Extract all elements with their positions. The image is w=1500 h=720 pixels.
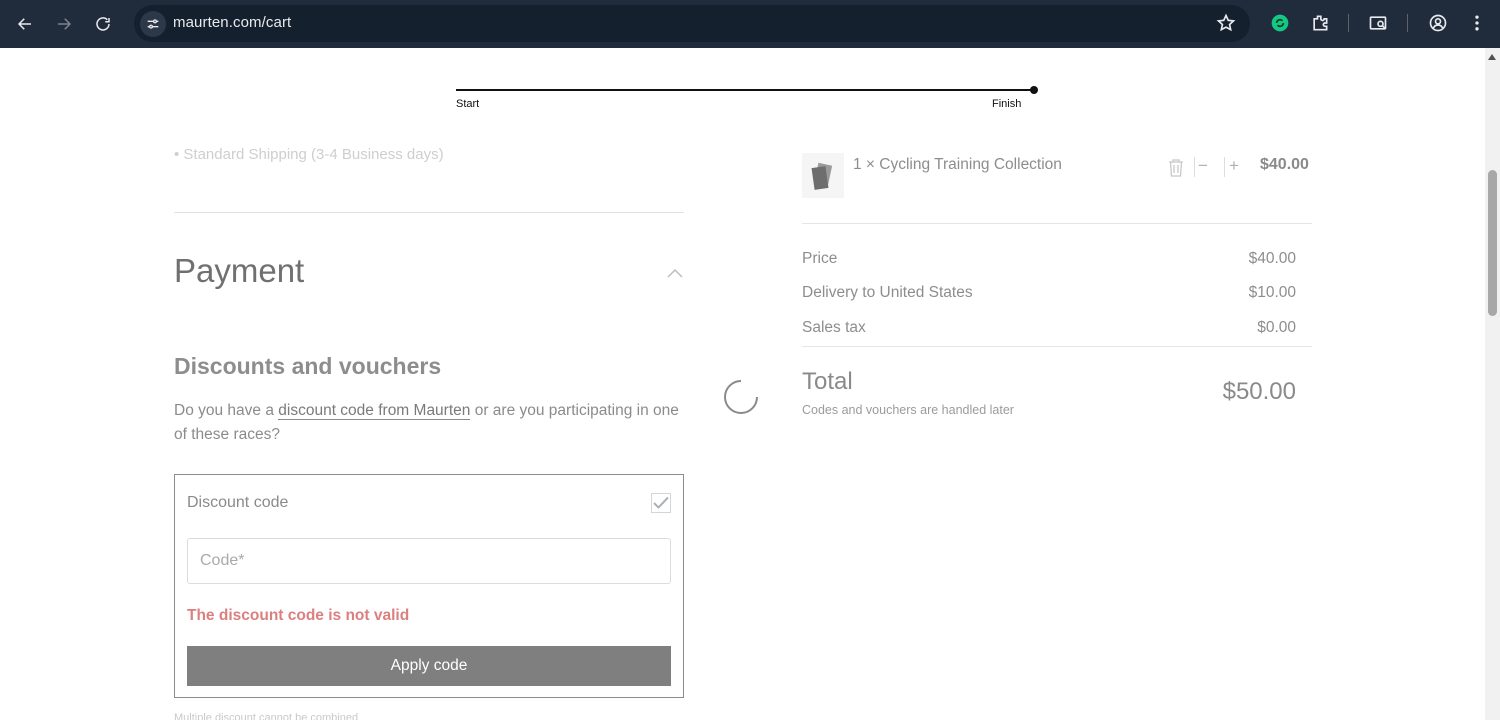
summary-divider: [802, 223, 1312, 224]
check-icon: [653, 496, 669, 509]
discount-code-link[interactable]: discount code from Maurten: [278, 402, 471, 420]
reading-list-icon[interactable]: [1367, 12, 1389, 34]
quantity-divider: [1224, 157, 1225, 177]
bookmark-star-icon[interactable]: [1216, 13, 1236, 33]
summary-divider: [802, 346, 1312, 347]
page-scrollbar[interactable]: [1485, 48, 1500, 720]
extension-green-icon[interactable]: [1269, 12, 1291, 34]
apply-code-button[interactable]: Apply code: [187, 646, 671, 686]
summary-label-delivery: Delivery to United States: [802, 284, 973, 301]
discount-code-panel: Discount code The discount code is not v…: [174, 474, 684, 698]
progress-start-label: Start: [456, 98, 480, 110]
checkout-progress-bar: [456, 89, 1034, 91]
site-info-icon[interactable]: [140, 11, 166, 37]
loading-spinner-icon: [722, 378, 760, 416]
cart-item-name: 1 × Cycling Training Collection: [853, 156, 1062, 173]
progress-finish-label: Finish: [992, 98, 1022, 110]
scrollbar-thumb[interactable]: [1488, 170, 1497, 316]
menu-kebab-icon[interactable]: [1466, 12, 1488, 34]
total-note: Codes and vouchers are handled later: [802, 403, 1014, 417]
discount-note-faded: Multiple discount cannot be combined: [174, 712, 359, 720]
toolbar-divider: [1407, 14, 1408, 32]
arrow-left-icon: [17, 18, 31, 30]
discount-code-checkbox[interactable]: [651, 493, 671, 513]
discount-description: Do you have a discount code from Maurten…: [174, 399, 689, 447]
toolbar-divider: [1348, 14, 1349, 32]
checkout-page: Start Finish • Standard Shipping (3-4 Bu…: [0, 48, 1485, 720]
browser-toolbar: maurten.com/cart: [0, 0, 1500, 48]
summary-value-sales-tax: $0.00: [1257, 319, 1296, 336]
discount-error-message: The discount code is not valid: [187, 607, 410, 624]
address-bar[interactable]: maurten.com/cart: [134, 5, 1250, 42]
chevron-up-icon[interactable]: [666, 266, 684, 278]
url-text: maurten.com/cart: [173, 14, 292, 31]
trash-icon[interactable]: [1167, 158, 1185, 178]
reload-icon: [96, 17, 110, 31]
discount-code-label: Discount code: [187, 494, 289, 511]
cart-item-price: $40.00: [1260, 156, 1309, 173]
decrease-quantity-button[interactable]: −: [1198, 156, 1208, 176]
forward-button[interactable]: [50, 10, 78, 38]
summary-value-price: $40.00: [1248, 250, 1296, 267]
progress-finish-marker: [1030, 86, 1038, 94]
summary-label-price: Price: [802, 250, 838, 267]
payment-section-title: Payment: [174, 252, 305, 289]
arrow-right-icon: [58, 18, 72, 30]
section-divider: [174, 212, 684, 213]
discount-text-before: Do you have a: [174, 402, 279, 419]
total-label: Total: [802, 368, 853, 395]
summary-label-sales-tax: Sales tax: [802, 319, 866, 336]
product-thumbnail: [802, 153, 844, 198]
increase-quantity-button[interactable]: +: [1229, 156, 1239, 176]
total-value: $50.00: [1222, 378, 1296, 405]
shipping-option-faded: • Standard Shipping (3-4 Business days): [174, 146, 444, 163]
reload-button[interactable]: [89, 10, 117, 38]
discounts-title: Discounts and vouchers: [174, 353, 442, 379]
summary-value-delivery: $10.00: [1248, 284, 1296, 301]
back-button[interactable]: [11, 10, 39, 38]
scroll-up-arrow-icon[interactable]: [1488, 54, 1496, 60]
profile-avatar-icon[interactable]: [1427, 12, 1449, 34]
discount-code-input[interactable]: [187, 538, 671, 584]
extensions-puzzle-icon[interactable]: [1309, 12, 1331, 34]
quantity-divider: [1194, 157, 1195, 177]
